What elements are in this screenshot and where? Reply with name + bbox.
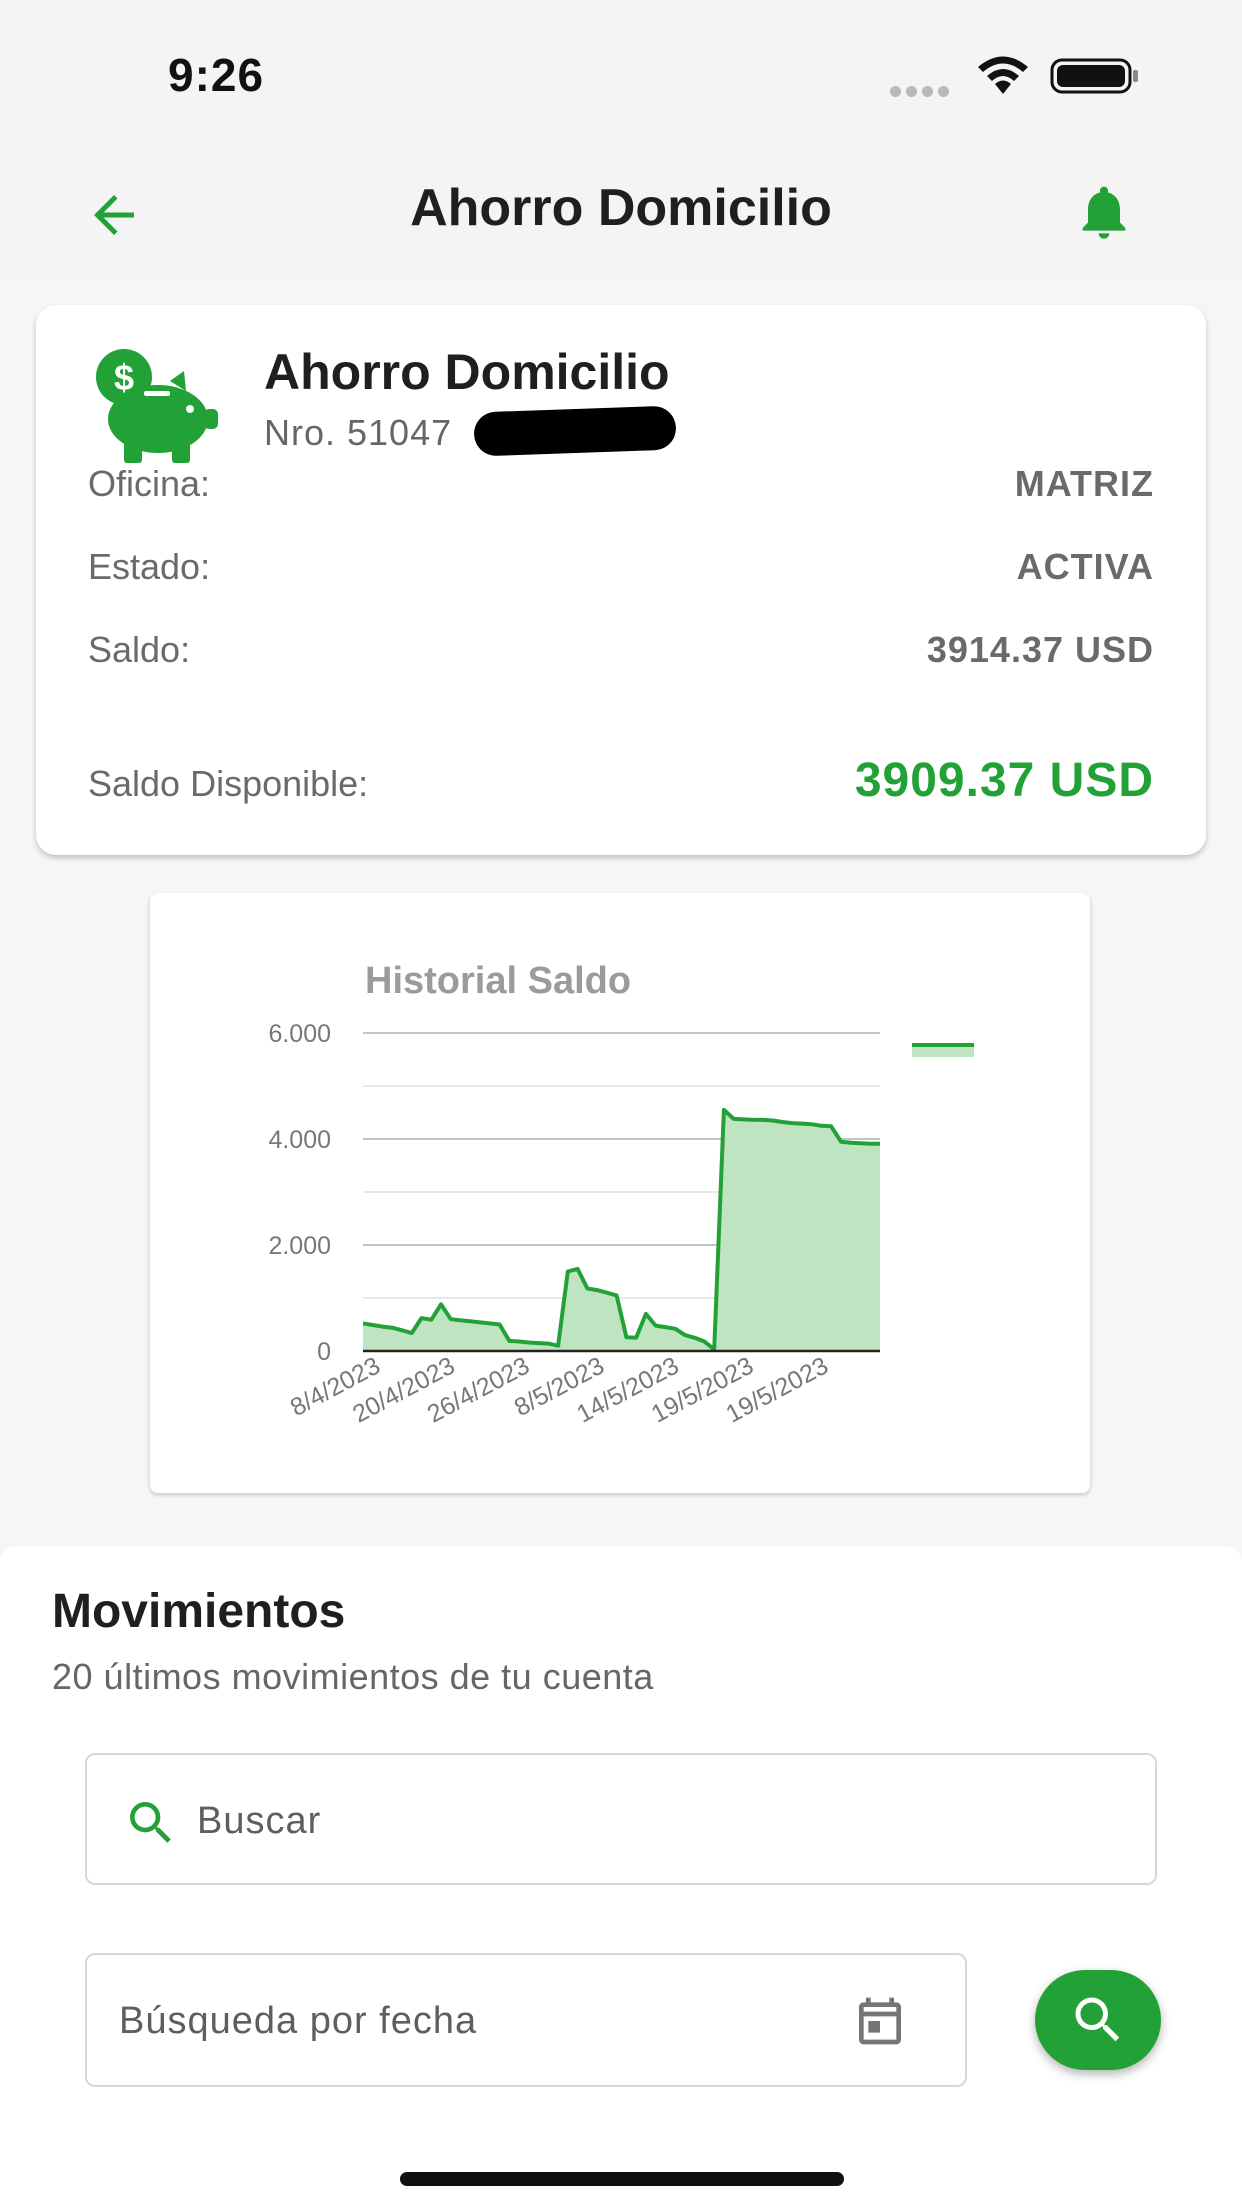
chart-svg: Historial Saldo 02.0004.0006.0008/4/2023…	[268, 960, 974, 1429]
y-tick-label: 4.000	[268, 1126, 331, 1154]
app-header: Ahorro Domicilio	[0, 150, 1242, 275]
movements-title: Movimientos	[52, 1585, 346, 1638]
search-icon	[1075, 1997, 1120, 2042]
status-time: 9:26	[168, 49, 265, 101]
office-row: Oficina: MATRIZ	[88, 463, 1154, 513]
office-label: Oficina:	[88, 463, 211, 504]
status-bar: 9:26	[0, 0, 1242, 150]
wifi-icon	[978, 56, 1028, 94]
movements-subtitle: 20 últimos movimientos de tu cuenta	[52, 1656, 654, 1697]
date-search-input[interactable]	[117, 1985, 821, 2057]
bell-icon[interactable]	[1072, 180, 1136, 244]
balance-history-chart: Historial Saldo 0 2.000 4.000 6.000 8/4/2023…	[150, 893, 1090, 1493]
balance-row: Saldo: 3914.37 USD	[88, 629, 1154, 679]
status-value: ACTIVA	[1016, 546, 1154, 587]
y-tick-label: 2.000	[268, 1232, 331, 1260]
home-indicator	[400, 2172, 844, 2186]
piggy-bank-icon: $	[96, 349, 218, 463]
movements-section: Movimientos 20 últimos movimientos de tu…	[0, 1546, 1242, 2208]
balance-value: 3914.37 USD	[926, 629, 1154, 670]
y-tick-label: 0	[317, 1338, 331, 1366]
available-balance-value: 3909.37 USD	[854, 754, 1154, 807]
available-balance-row: Saldo Disponible: 3909.37 USD	[88, 754, 1154, 813]
available-balance-label: Saldo Disponible:	[88, 763, 369, 804]
battery-icon	[1050, 58, 1138, 94]
calendar-icon[interactable]	[852, 1993, 908, 2049]
office-value: MATRIZ	[1014, 463, 1154, 504]
redaction-mark	[473, 405, 677, 457]
account-number: Nro. 51047	[264, 412, 453, 453]
account-title: Ahorro Domicilio	[264, 344, 670, 400]
account-card: $ Ahorro Domicilio Nro. 51047 Oficina: M…	[36, 305, 1206, 855]
status-label: Estado:	[88, 546, 211, 587]
balance-label: Saldo:	[88, 629, 191, 670]
page-title: Ahorro Domicilio	[410, 179, 832, 237]
search-button[interactable]	[1035, 1970, 1161, 2070]
chart-title: Historial Saldo	[365, 960, 631, 1002]
search-field[interactable]	[85, 1753, 1157, 1885]
search-input[interactable]	[195, 1785, 1099, 1857]
status-row: Estado: ACTIVA	[88, 546, 1154, 596]
cellular-signal-icon	[890, 84, 954, 102]
search-icon	[130, 1802, 171, 1843]
y-tick-label: 6.000	[268, 1020, 331, 1048]
date-search-field[interactable]	[85, 1953, 967, 2087]
